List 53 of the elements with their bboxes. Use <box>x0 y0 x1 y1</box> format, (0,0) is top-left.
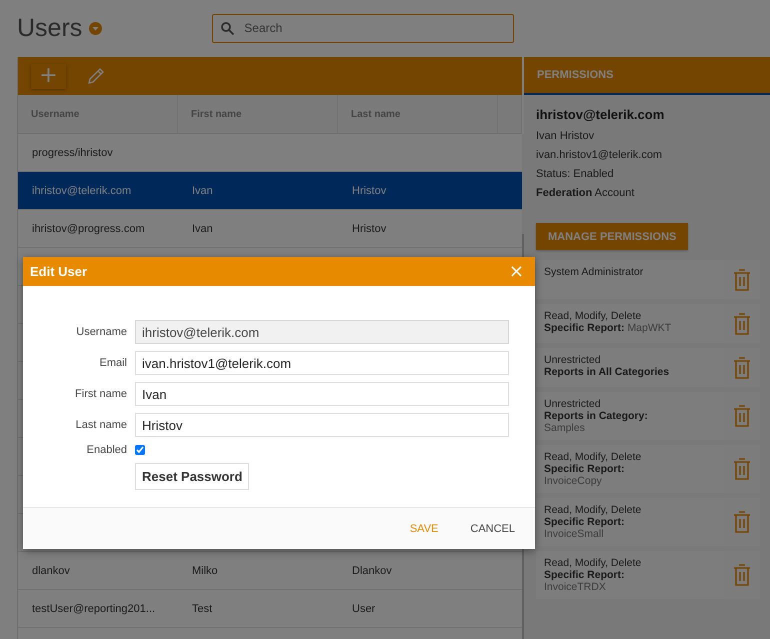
trash-icon[interactable] <box>733 268 751 292</box>
table-cell-text: Hristov <box>351 184 388 198</box>
table-cell-text: Milko <box>191 564 219 578</box>
table-cell-text: Dlankov <box>351 564 393 578</box>
permission-entry: System Administrator <box>536 260 724 299</box>
reset-password-button[interactable]: Reset Password <box>135 463 250 490</box>
trash-icon[interactable] <box>733 563 751 587</box>
full-name: Ivan Hristov <box>536 130 596 142</box>
enabled-checkbox[interactable] <box>135 445 145 455</box>
table-cell-text: Test <box>191 602 214 616</box>
user-name: ihristov@telerik.com <box>536 107 666 122</box>
panel-header: PERMISSIONS <box>524 57 770 95</box>
dialog-title: Edit User <box>30 264 88 279</box>
table-cell-text: ihristov@telerik.com <box>31 184 132 198</box>
text-field[interactable]: ivan.hristov1@telerik.com <box>135 351 509 375</box>
field-label: Username <box>75 326 127 338</box>
table-cell-text: ihristov@progress.com <box>31 222 146 236</box>
trash-icon[interactable] <box>733 356 751 380</box>
table-cell-text: User <box>351 602 376 616</box>
permission-entry: Read, Modify, Delete Specific Report: InvoiceTRDX <box>536 551 724 599</box>
account-type: Federation Account <box>536 187 636 199</box>
table-cell-text: Ivan <box>191 222 214 236</box>
cancel-button[interactable]: CANCEL <box>462 518 523 538</box>
save-button[interactable]: SAVE <box>402 518 446 538</box>
permission-entry: Unrestricted Reports in Category: Samples <box>536 392 724 440</box>
user-email: ivan.hristov1@telerik.com <box>536 149 664 161</box>
search-field[interactable]: Search <box>212 14 514 42</box>
field-label: Enabled <box>86 444 127 456</box>
permission-entry: Unrestricted Reports in All Categories <box>536 348 724 387</box>
table-cell-text: dlankov <box>31 564 71 578</box>
field-label: Last name <box>74 419 127 431</box>
table-cell-text: progress/ihristov <box>31 146 114 160</box>
pencil-icon[interactable] <box>86 66 106 86</box>
dropdown-icon[interactable] <box>89 22 102 35</box>
trash-icon[interactable] <box>733 457 751 481</box>
permission-entry: Read, Modify, Delete Specific Report: InvoiceSmall <box>536 498 724 546</box>
search-icon <box>221 22 234 34</box>
text-field[interactable]: Hristov <box>135 413 509 437</box>
table-cell-text: Hristov <box>351 222 388 236</box>
trash-icon[interactable] <box>733 312 751 336</box>
table-cell-text: testUser@reporting201... <box>31 602 156 616</box>
trash-icon[interactable] <box>733 404 751 428</box>
user-status: Status: Enabled <box>536 168 615 180</box>
permission-entry: Read, Modify, Delete Specific Report: InvoiceCopy <box>536 445 724 493</box>
close-button[interactable]: × <box>504 262 528 280</box>
permission-entry: Read, Modify, Delete Specific Report: MapWKT <box>536 304 724 343</box>
text-field[interactable]: Ivan <box>135 382 509 406</box>
trash-icon[interactable] <box>733 510 751 534</box>
field-label: Email <box>98 357 127 369</box>
page-title: Users <box>17 14 82 43</box>
table-cell-text: Ivan <box>191 184 214 198</box>
table-row[interactable]: ihristov@telerik.com Ivan Hristov <box>18 172 522 210</box>
field-label: First name <box>74 388 127 400</box>
